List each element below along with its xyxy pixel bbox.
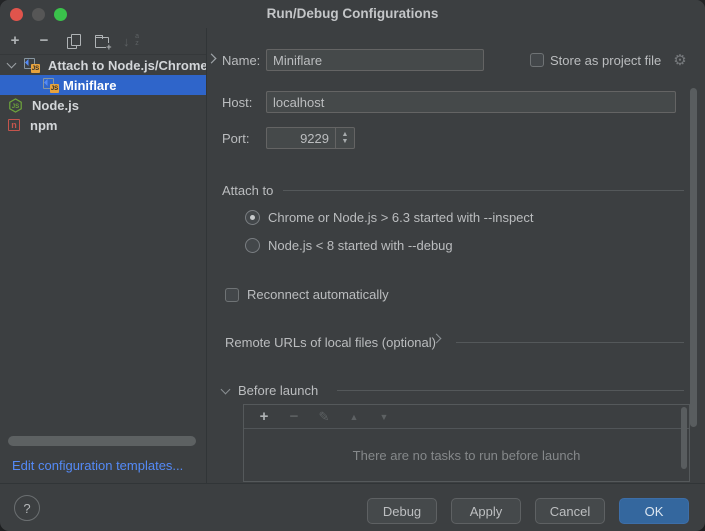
move-task-up-button: ▲ (346, 409, 362, 425)
tree-item-label: npm (30, 118, 57, 133)
port-stepper: ▲ ▼ (336, 127, 355, 149)
host-label: Host: (222, 95, 266, 110)
new-folder-icon: + (95, 35, 110, 48)
run-debug-configurations-dialog: Run/Debug Configurations + − + ↓a z (0, 0, 705, 531)
edit-task-button: ✎ (316, 409, 332, 425)
tree-item-label: Node.js (32, 98, 79, 113)
reconnect-checkbox[interactable] (225, 288, 239, 302)
reconnect-label: Reconnect automatically (247, 287, 389, 302)
form-vertical-scrollbar[interactable] (690, 88, 697, 427)
stepper-down-icon[interactable]: ▼ (342, 138, 349, 145)
cancel-button[interactable]: Cancel (535, 498, 605, 524)
titlebar: Run/Debug Configurations (0, 0, 705, 28)
move-task-down-button: ▼ (376, 409, 392, 425)
minus-icon: − (290, 409, 299, 425)
configurations-sidebar: + − + ↓a z JS (0, 28, 207, 483)
tree-item-npm[interactable]: n npm (0, 115, 206, 135)
stepper-up-icon[interactable]: ▲ (342, 131, 349, 138)
attach-to-label: Attach to (222, 183, 273, 198)
before-launch-section[interactable]: Before launch (222, 383, 684, 398)
name-label: Name: (222, 53, 266, 68)
before-launch-toolbar: + − ✎ ▲ ▼ (244, 405, 689, 429)
store-as-project-file[interactable]: Store as project file ⚙ (530, 53, 687, 68)
name-row: Name: Store as project file ⚙ (222, 49, 692, 71)
minimize-window-button (32, 8, 45, 21)
copy-icon (67, 34, 80, 48)
before-launch-empty-text: There are no tasks to run before launch (244, 429, 689, 482)
footer-buttons: Debug Apply Cancel OK (367, 498, 689, 524)
attach-config-icon: JS (23, 57, 40, 73)
radio-option-debug[interactable]: Node.js < 8 started with --debug (245, 238, 453, 253)
remote-urls-label: Remote URLs of local files (optional) (225, 335, 436, 350)
question-mark-icon: ? (23, 501, 30, 516)
zoom-window-button[interactable] (54, 8, 67, 21)
arrow-down-icon: ▼ (380, 409, 389, 425)
chevron-down-icon[interactable] (7, 59, 17, 69)
chevron-down-icon[interactable] (221, 384, 231, 394)
plus-icon: + (11, 33, 20, 49)
remove-task-button: − (286, 409, 302, 425)
before-launch-task-list: + − ✎ ▲ ▼ There are no tasks to run befo… (243, 404, 690, 482)
port-label: Port: (222, 131, 266, 146)
radio-label: Node.js < 8 started with --debug (268, 238, 453, 253)
before-launch-scrollbar[interactable] (681, 407, 687, 469)
add-configuration-button[interactable]: + (7, 33, 23, 49)
radio-selected-icon[interactable] (245, 210, 260, 225)
sidebar-horizontal-scrollbar[interactable] (8, 436, 196, 446)
separator-line (283, 190, 684, 191)
tree-item-label: Attach to Node.js/Chrome (48, 58, 206, 73)
attach-to-header: Attach to (222, 183, 684, 198)
port-row: Port: ▲ ▼ (222, 127, 355, 149)
pencil-icon: ✎ (319, 409, 330, 425)
reconnect-automatically[interactable]: Reconnect automatically (225, 287, 389, 302)
configurations-tree: JS Attach to Node.js/Chrome JS Miniflare (0, 55, 206, 135)
ok-button[interactable]: OK (619, 498, 689, 524)
sort-configurations-button: ↓a z (123, 33, 139, 49)
configuration-form: Name: Store as project file ⚙ Host: Port… (208, 28, 705, 483)
minus-icon: − (40, 33, 49, 49)
sort-icon: ↓a z (123, 34, 139, 49)
traffic-lights (10, 8, 67, 21)
dialog-footer: ? Debug Apply Cancel OK (0, 483, 705, 531)
attach-config-icon: JS (42, 77, 59, 93)
separator-line (456, 342, 684, 343)
plus-icon: + (260, 409, 269, 425)
tree-item-label: Miniflare (63, 78, 116, 93)
apply-button[interactable]: Apply (451, 498, 521, 524)
before-launch-label: Before launch (238, 383, 318, 398)
store-as-project-file-checkbox[interactable] (530, 53, 544, 67)
tree-item-miniflare[interactable]: JS Miniflare (0, 75, 206, 95)
port-input[interactable] (266, 127, 336, 149)
sidebar-toolbar: + − + ↓a z (0, 28, 206, 55)
store-as-project-file-label: Store as project file (550, 53, 661, 68)
svg-text:JS: JS (12, 102, 19, 109)
dialog-body: + − + ↓a z JS (0, 28, 705, 483)
edit-configuration-templates-link[interactable]: Edit configuration templates... (12, 458, 183, 473)
tree-item-nodejs[interactable]: JS Node.js (0, 95, 206, 115)
arrow-up-icon: ▲ (350, 409, 359, 425)
help-button[interactable]: ? (14, 495, 40, 521)
host-input[interactable] (266, 91, 676, 113)
nodejs-icon: JS (8, 98, 23, 113)
debug-button[interactable]: Debug (367, 498, 437, 524)
radio-option-inspect[interactable]: Chrome or Node.js > 6.3 started with --i… (245, 210, 534, 225)
new-folder-button[interactable]: + (94, 33, 110, 49)
remote-urls-section[interactable]: Remote URLs of local files (optional) (225, 335, 684, 350)
host-row: Host: (222, 91, 676, 113)
tree-item-attach-to-nodejs-chrome[interactable]: JS Attach to Node.js/Chrome (0, 55, 206, 75)
gear-icon[interactable]: ⚙ (673, 53, 686, 68)
copy-configuration-button[interactable] (65, 33, 81, 49)
separator-line (337, 390, 684, 391)
radio-label: Chrome or Node.js > 6.3 started with --i… (268, 210, 534, 225)
name-input[interactable] (266, 49, 484, 71)
dialog-title: Run/Debug Configurations (0, 0, 705, 28)
add-task-button[interactable]: + (256, 409, 272, 425)
radio-unselected-icon[interactable] (245, 238, 260, 253)
close-window-button[interactable] (10, 8, 23, 21)
npm-icon: n (8, 119, 20, 131)
remove-configuration-button[interactable]: − (36, 33, 52, 49)
